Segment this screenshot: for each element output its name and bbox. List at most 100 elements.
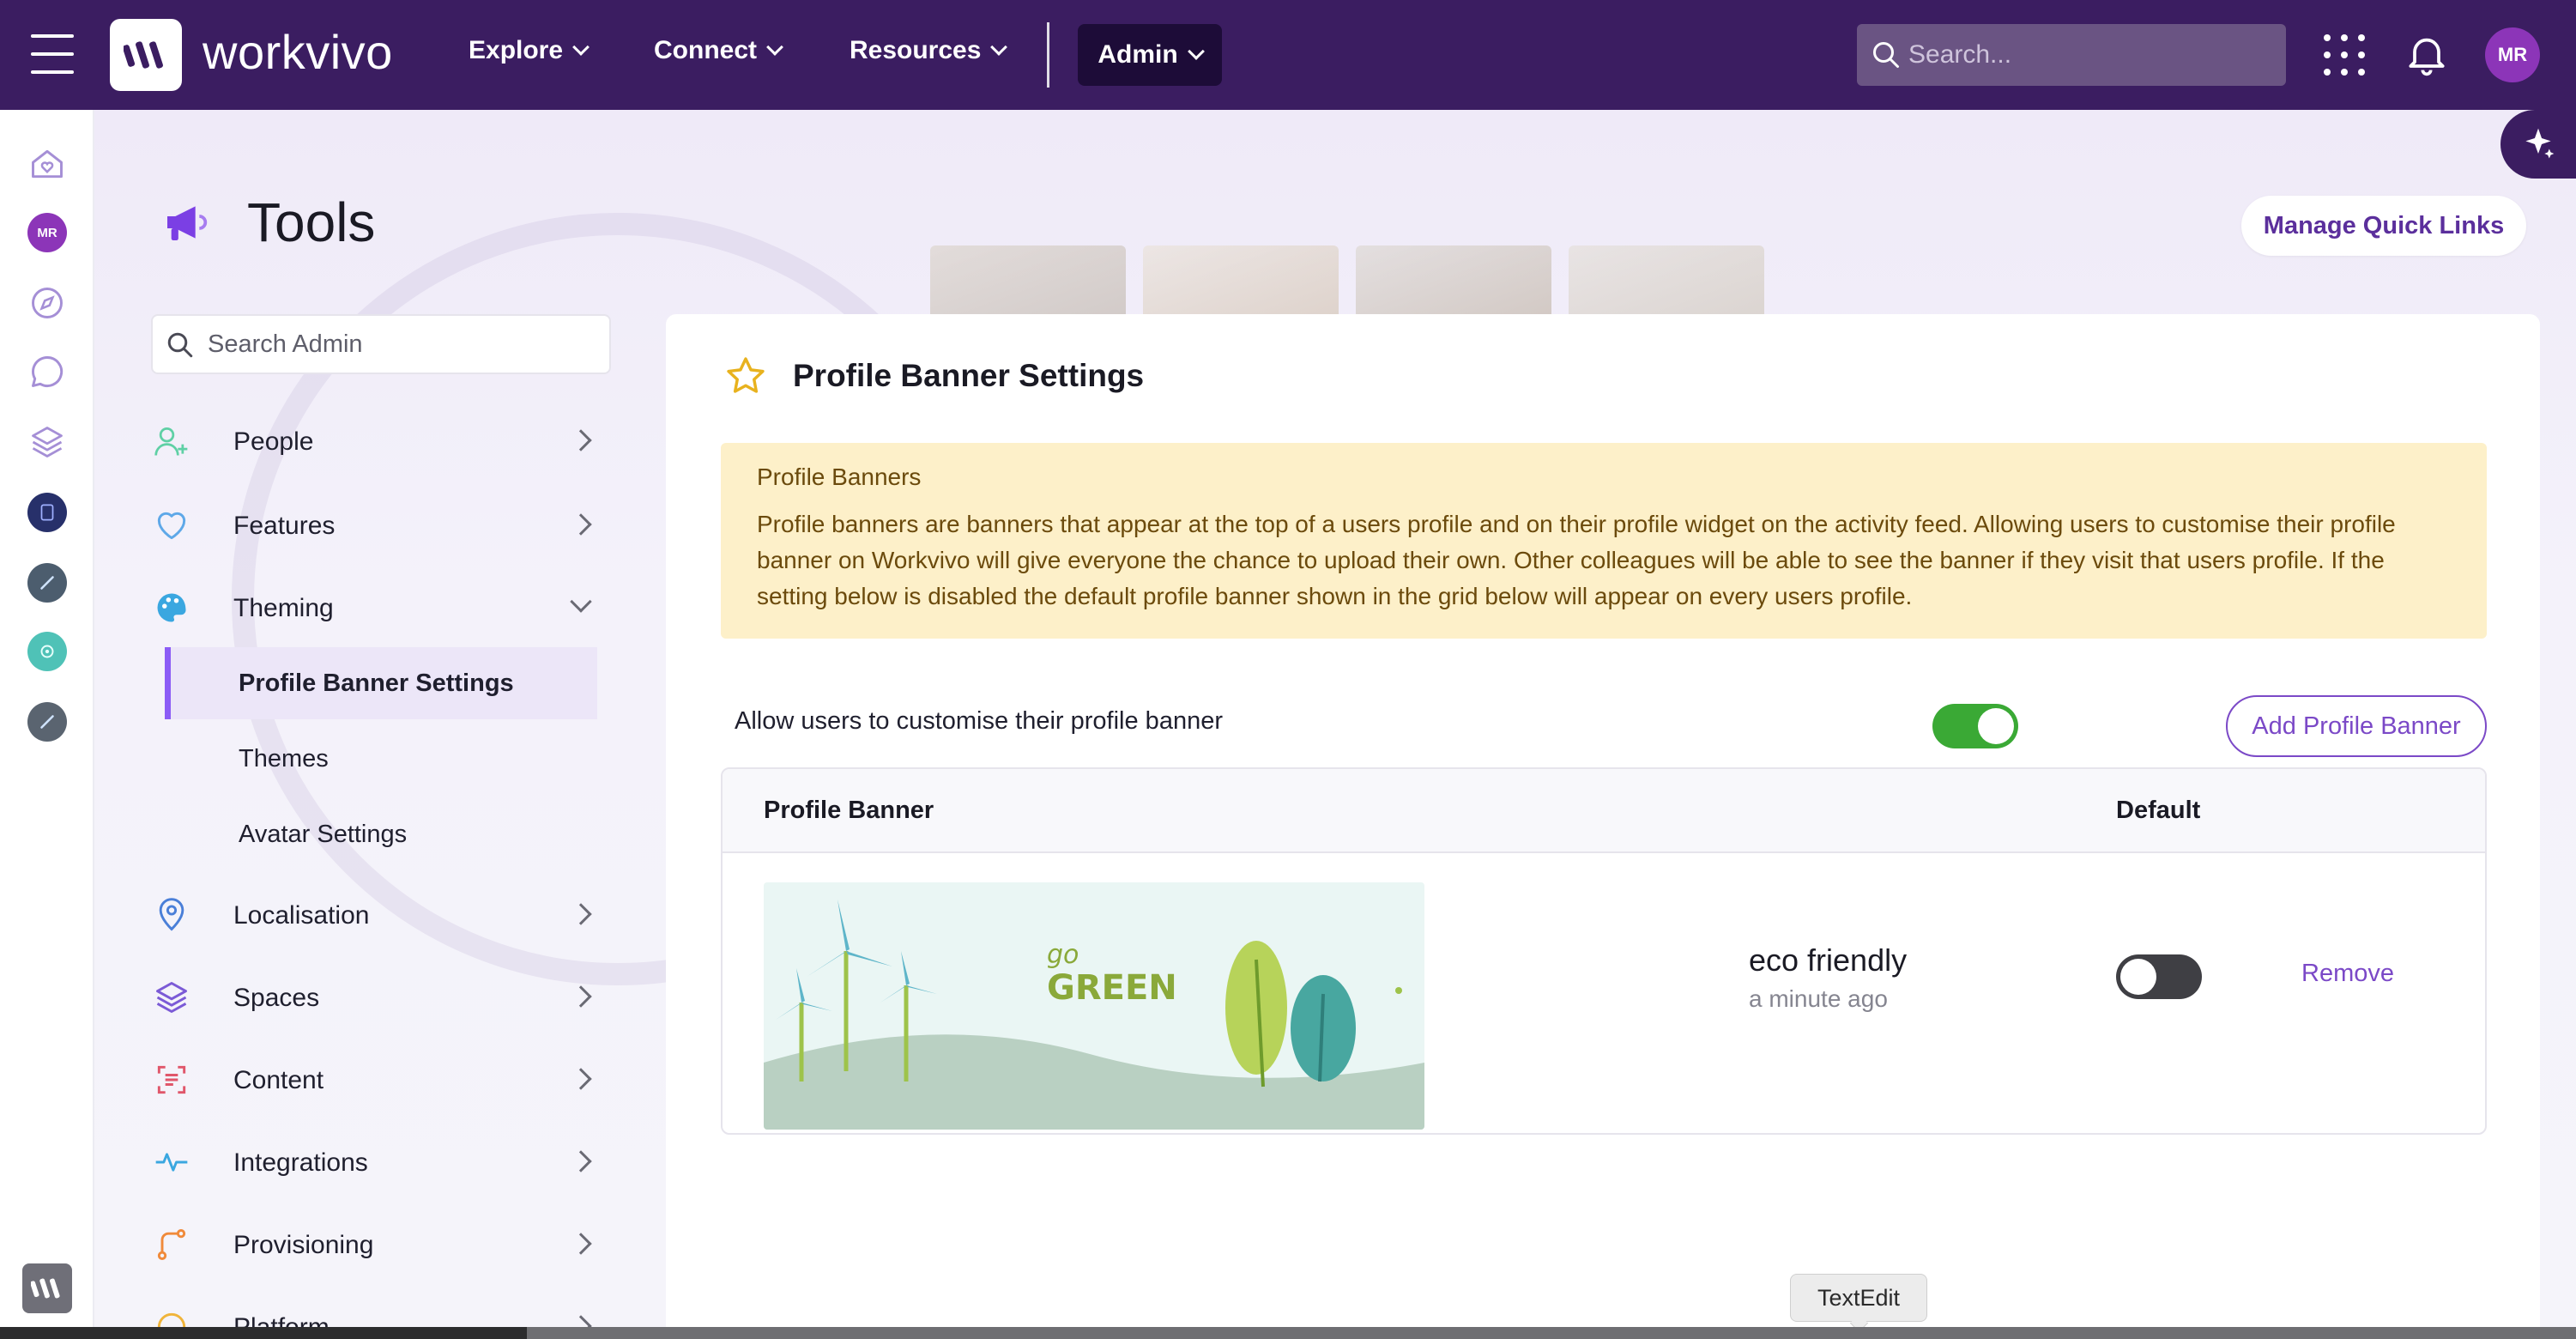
chevron-right-icon: [570, 1233, 592, 1255]
admin-search[interactable]: [151, 314, 611, 374]
layers-icon: [151, 977, 192, 1018]
sidebar-item-provisioning[interactable]: Provisioning: [151, 1215, 611, 1275]
route-icon: [151, 1224, 192, 1265]
profile-banner-table: Profile Banner Default go GREEN eco frie…: [721, 767, 2487, 1135]
chevron-right-icon: [570, 429, 592, 451]
svg-text:go: go: [1047, 940, 1079, 970]
sidebar-item-theming[interactable]: Theming: [151, 579, 611, 639]
search-icon: [167, 332, 193, 358]
pulse-icon: [151, 1142, 192, 1183]
nav-resources-label: Resources: [850, 36, 982, 64]
notifications-bell-icon[interactable]: [2403, 29, 2451, 79]
toggle-knob: [2120, 959, 2156, 995]
banner-timestamp: a minute ago: [1749, 985, 1888, 1012]
rail-chat[interactable]: [26, 350, 69, 393]
rail-avatar: MR: [27, 213, 67, 252]
heart-icon: [151, 505, 192, 546]
sidebar-item-localisation[interactable]: Localisation: [151, 886, 611, 946]
chat-bubble-icon: [32, 356, 63, 387]
manage-quick-links-button[interactable]: Manage Quick Links: [2241, 196, 2526, 256]
layers-icon: [32, 427, 63, 457]
hamburger-menu-icon[interactable]: [31, 34, 74, 74]
banner-thumbnail[interactable]: go GREEN: [764, 882, 1424, 1130]
sidebar-item-integrations[interactable]: Integrations: [151, 1133, 611, 1193]
nav-connect[interactable]: Connect: [654, 36, 783, 65]
content-scan-icon: [151, 1059, 192, 1100]
sidebar-subitem-profile-banner-settings[interactable]: Profile Banner Settings: [165, 647, 597, 719]
rail-space-4[interactable]: [26, 700, 69, 743]
chevron-down-icon: [1187, 43, 1205, 60]
chevron-down-icon: [572, 39, 590, 56]
sidebar-item-people[interactable]: People: [151, 412, 611, 472]
sidebar-item-spaces[interactable]: Spaces: [151, 968, 611, 1028]
svg-text:GREEN: GREEN: [1047, 968, 1177, 1008]
info-notice: Profile Banners Profile banners are bann…: [721, 443, 2487, 639]
rail-explore[interactable]: [26, 282, 69, 324]
sidebar-item-features[interactable]: Features: [151, 496, 611, 556]
global-search-input[interactable]: [1908, 40, 2269, 70]
rail-profile[interactable]: MR: [26, 211, 69, 254]
nav-explore[interactable]: Explore: [469, 36, 590, 65]
profile-banner-settings-card: Profile Banner Settings Profile Banners …: [666, 314, 2540, 1339]
sidebar-item-label: Content: [233, 1066, 324, 1094]
user-add-icon: [151, 421, 192, 462]
column-header-default: Default: [2116, 797, 2201, 824]
space-badge-icon: [27, 493, 67, 532]
rail-home[interactable]: [26, 142, 69, 185]
sidebar-item-label: Localisation: [233, 901, 370, 930]
star-icon: [727, 357, 765, 393]
allow-customise-label: Allow users to customise their profile b…: [735, 707, 1223, 735]
apps-grid-icon[interactable]: [2324, 34, 2365, 76]
user-avatar[interactable]: MR: [2485, 27, 2540, 82]
toggle-knob: [1978, 708, 2014, 744]
add-profile-banner-button[interactable]: Add Profile Banner: [2226, 695, 2487, 757]
banner-name: eco friendly: [1749, 942, 1908, 978]
rail-spaces[interactable]: [26, 421, 69, 464]
dock-strip: [0, 1327, 2576, 1339]
sidebar-item-label: Theming: [233, 594, 334, 622]
notice-title: Profile Banners: [757, 464, 922, 490]
default-banner-toggle[interactable]: [2116, 954, 2202, 999]
workvivo-app-icon[interactable]: [22, 1263, 72, 1313]
ai-assistant-button[interactable]: [2500, 110, 2576, 179]
rail-space-1[interactable]: [26, 491, 69, 534]
card-title: Profile Banner Settings: [793, 358, 1145, 393]
sidebar-item-content[interactable]: Content: [151, 1051, 611, 1111]
megaphone-icon: [167, 206, 208, 240]
sidebar-item-label: People: [233, 427, 314, 456]
space-badge-icon: [27, 563, 67, 603]
palette-icon: [151, 587, 192, 628]
search-icon: [1873, 42, 1899, 68]
workvivo-logo-icon[interactable]: [110, 19, 182, 91]
admin-search-input[interactable]: [208, 330, 585, 359]
chevron-right-icon: [570, 903, 592, 925]
brand-name[interactable]: workvivo: [203, 24, 393, 80]
sidebar-subitem-themes[interactable]: Themes: [165, 723, 597, 795]
global-search[interactable]: [1857, 24, 2286, 86]
rail-space-3[interactable]: [26, 630, 69, 673]
nav-admin[interactable]: Admin: [1078, 24, 1222, 86]
sidebar-subitem-avatar-settings[interactable]: Avatar Settings: [165, 798, 597, 870]
nav-admin-label: Admin: [1098, 40, 1178, 69]
chevron-right-icon: [570, 1068, 592, 1090]
sidebar-item-label: Integrations: [233, 1148, 368, 1177]
nav-divider: [1047, 22, 1049, 88]
left-rail: MR: [0, 110, 94, 1339]
space-badge-icon: [27, 702, 67, 742]
nav-explore-label: Explore: [469, 36, 564, 64]
rail-space-2[interactable]: [26, 561, 69, 604]
remove-banner-link[interactable]: Remove: [2301, 960, 2394, 988]
location-pin-icon: [151, 894, 192, 936]
chevron-right-icon: [570, 513, 592, 536]
nav-connect-label: Connect: [654, 36, 757, 64]
home-heart-icon: [32, 149, 63, 179]
allow-customise-toggle[interactable]: [1932, 704, 2018, 748]
dock-tooltip: TextEdit: [1790, 1274, 1927, 1322]
chevron-right-icon: [570, 1150, 592, 1172]
nav-resources[interactable]: Resources: [850, 36, 1008, 65]
chevron-down-icon: [766, 39, 783, 56]
notice-body: Profile banners are banners that appear …: [757, 511, 2396, 609]
card-header: Profile Banner Settings: [723, 354, 1144, 398]
sidebar-item-label: Provisioning: [233, 1231, 374, 1259]
sidebar-item-label: Features: [233, 512, 336, 540]
